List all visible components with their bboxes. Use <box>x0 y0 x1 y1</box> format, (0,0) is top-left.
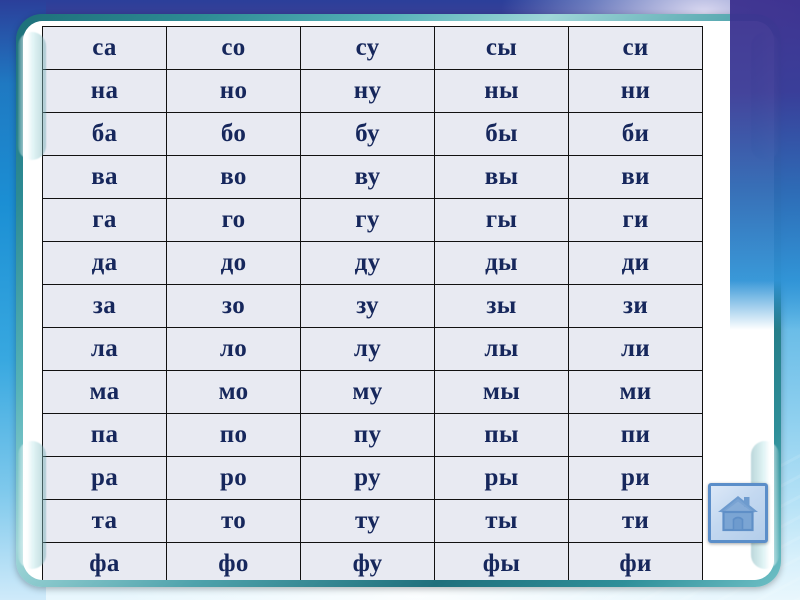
table-row: ва во ву вы ви <box>42 155 703 199</box>
syllable-cell: ни <box>568 69 703 113</box>
table-row: на но ну ны ни <box>42 69 703 113</box>
syllable-cell: га <box>42 198 167 242</box>
syllable-cell: бы <box>434 112 569 156</box>
syllable-cell: ло <box>166 327 301 371</box>
syllable-cell: гу <box>300 198 435 242</box>
syllable-cell: су <box>300 26 435 70</box>
syllable-cell: ги <box>568 198 703 242</box>
table-row: ра ро ру ры ри <box>42 456 703 500</box>
syllable-cell: зо <box>166 284 301 328</box>
syllable-cell: па <box>42 413 167 457</box>
syllable-cell: би <box>568 112 703 156</box>
syllable-cell: во <box>166 155 301 199</box>
syllable-cell: ны <box>434 69 569 113</box>
syllable-cell: по <box>166 413 301 457</box>
syllable-cell: ву <box>300 155 435 199</box>
syllable-cell: вы <box>434 155 569 199</box>
syllable-cell: ли <box>568 327 703 371</box>
syllable-cell: ри <box>568 456 703 500</box>
syllable-cell: бо <box>166 112 301 156</box>
syllable-cell: лу <box>300 327 435 371</box>
syllable-cell: зы <box>434 284 569 328</box>
slide-frame: са со су сы си на но ну ны ни ба бо бу бы би ва во ву вы ви… <box>16 14 781 587</box>
syllable-cell: со <box>166 26 301 70</box>
syllable-cell: гы <box>434 198 569 242</box>
syllable-cell: пы <box>434 413 569 457</box>
syllable-cell: ви <box>568 155 703 199</box>
syllable-cell: си <box>568 26 703 70</box>
content-panel: са со су сы си на но ну ны ни ба бо бу бы би ва во ву вы ви… <box>23 21 774 580</box>
syllable-cell: пу <box>300 413 435 457</box>
syllable-table: са со су сы си на но ну ны ни ба бо бу бы би ва во ву вы ви… <box>42 26 703 580</box>
home-icon <box>717 493 759 533</box>
syllable-cell: ро <box>166 456 301 500</box>
syllable-cell: ва <box>42 155 167 199</box>
syllable-cell: ды <box>434 241 569 285</box>
table-row: та то ту ты ти <box>42 499 703 543</box>
syllable-cell: то <box>166 499 301 543</box>
syllable-cell: ну <box>300 69 435 113</box>
table-row: фа фо фу фы фи <box>42 542 703 580</box>
table-row: ма мо му мы ми <box>42 370 703 414</box>
syllable-cell: ти <box>568 499 703 543</box>
syllable-cell: му <box>300 370 435 414</box>
syllable-cell: сы <box>434 26 569 70</box>
syllable-cell: пи <box>568 413 703 457</box>
syllable-cell: ру <box>300 456 435 500</box>
syllable-cell: са <box>42 26 167 70</box>
syllable-cell: мо <box>166 370 301 414</box>
table-row: за зо зу зы зи <box>42 284 703 328</box>
syllable-cell: на <box>42 69 167 113</box>
syllable-cell: ры <box>434 456 569 500</box>
syllable-cell: ла <box>42 327 167 371</box>
syllable-cell: та <box>42 499 167 543</box>
syllable-cell: фи <box>568 542 703 580</box>
table-row: ба бо бу бы би <box>42 112 703 156</box>
syllable-cell: да <box>42 241 167 285</box>
syllable-cell: лы <box>434 327 569 371</box>
table-row: да до ду ды ди <box>42 241 703 285</box>
syllable-cell: ду <box>300 241 435 285</box>
syllable-cell: бу <box>300 112 435 156</box>
table-row: па по пу пы пи <box>42 413 703 457</box>
syllable-cell: зи <box>568 284 703 328</box>
syllable-cell: ба <box>42 112 167 156</box>
syllable-cell: до <box>166 241 301 285</box>
table-row: ла ло лу лы ли <box>42 327 703 371</box>
syllable-cell: фы <box>434 542 569 580</box>
syllable-cell: ма <box>42 370 167 414</box>
syllable-cell: ди <box>568 241 703 285</box>
syllable-cell: мы <box>434 370 569 414</box>
syllable-cell: зу <box>300 284 435 328</box>
syllable-table-body: са со су сы си на но ну ны ни ба бо бу бы би ва во ву вы ви… <box>42 26 703 580</box>
syllable-cell: ту <box>300 499 435 543</box>
syllable-cell: го <box>166 198 301 242</box>
syllable-cell: ра <box>42 456 167 500</box>
table-row: га го гу гы ги <box>42 198 703 242</box>
syllable-cell: ты <box>434 499 569 543</box>
syllable-cell: фу <box>300 542 435 580</box>
syllable-cell: фо <box>166 542 301 580</box>
syllable-cell: за <box>42 284 167 328</box>
slide-canvas: са со су сы си на но ну ны ни ба бо бу бы би ва во ву вы ви… <box>0 0 800 600</box>
syllable-cell: но <box>166 69 301 113</box>
syllable-cell: ми <box>568 370 703 414</box>
syllable-cell: фа <box>42 542 167 580</box>
table-row: са со су сы си <box>42 26 703 70</box>
home-button[interactable] <box>708 483 768 543</box>
